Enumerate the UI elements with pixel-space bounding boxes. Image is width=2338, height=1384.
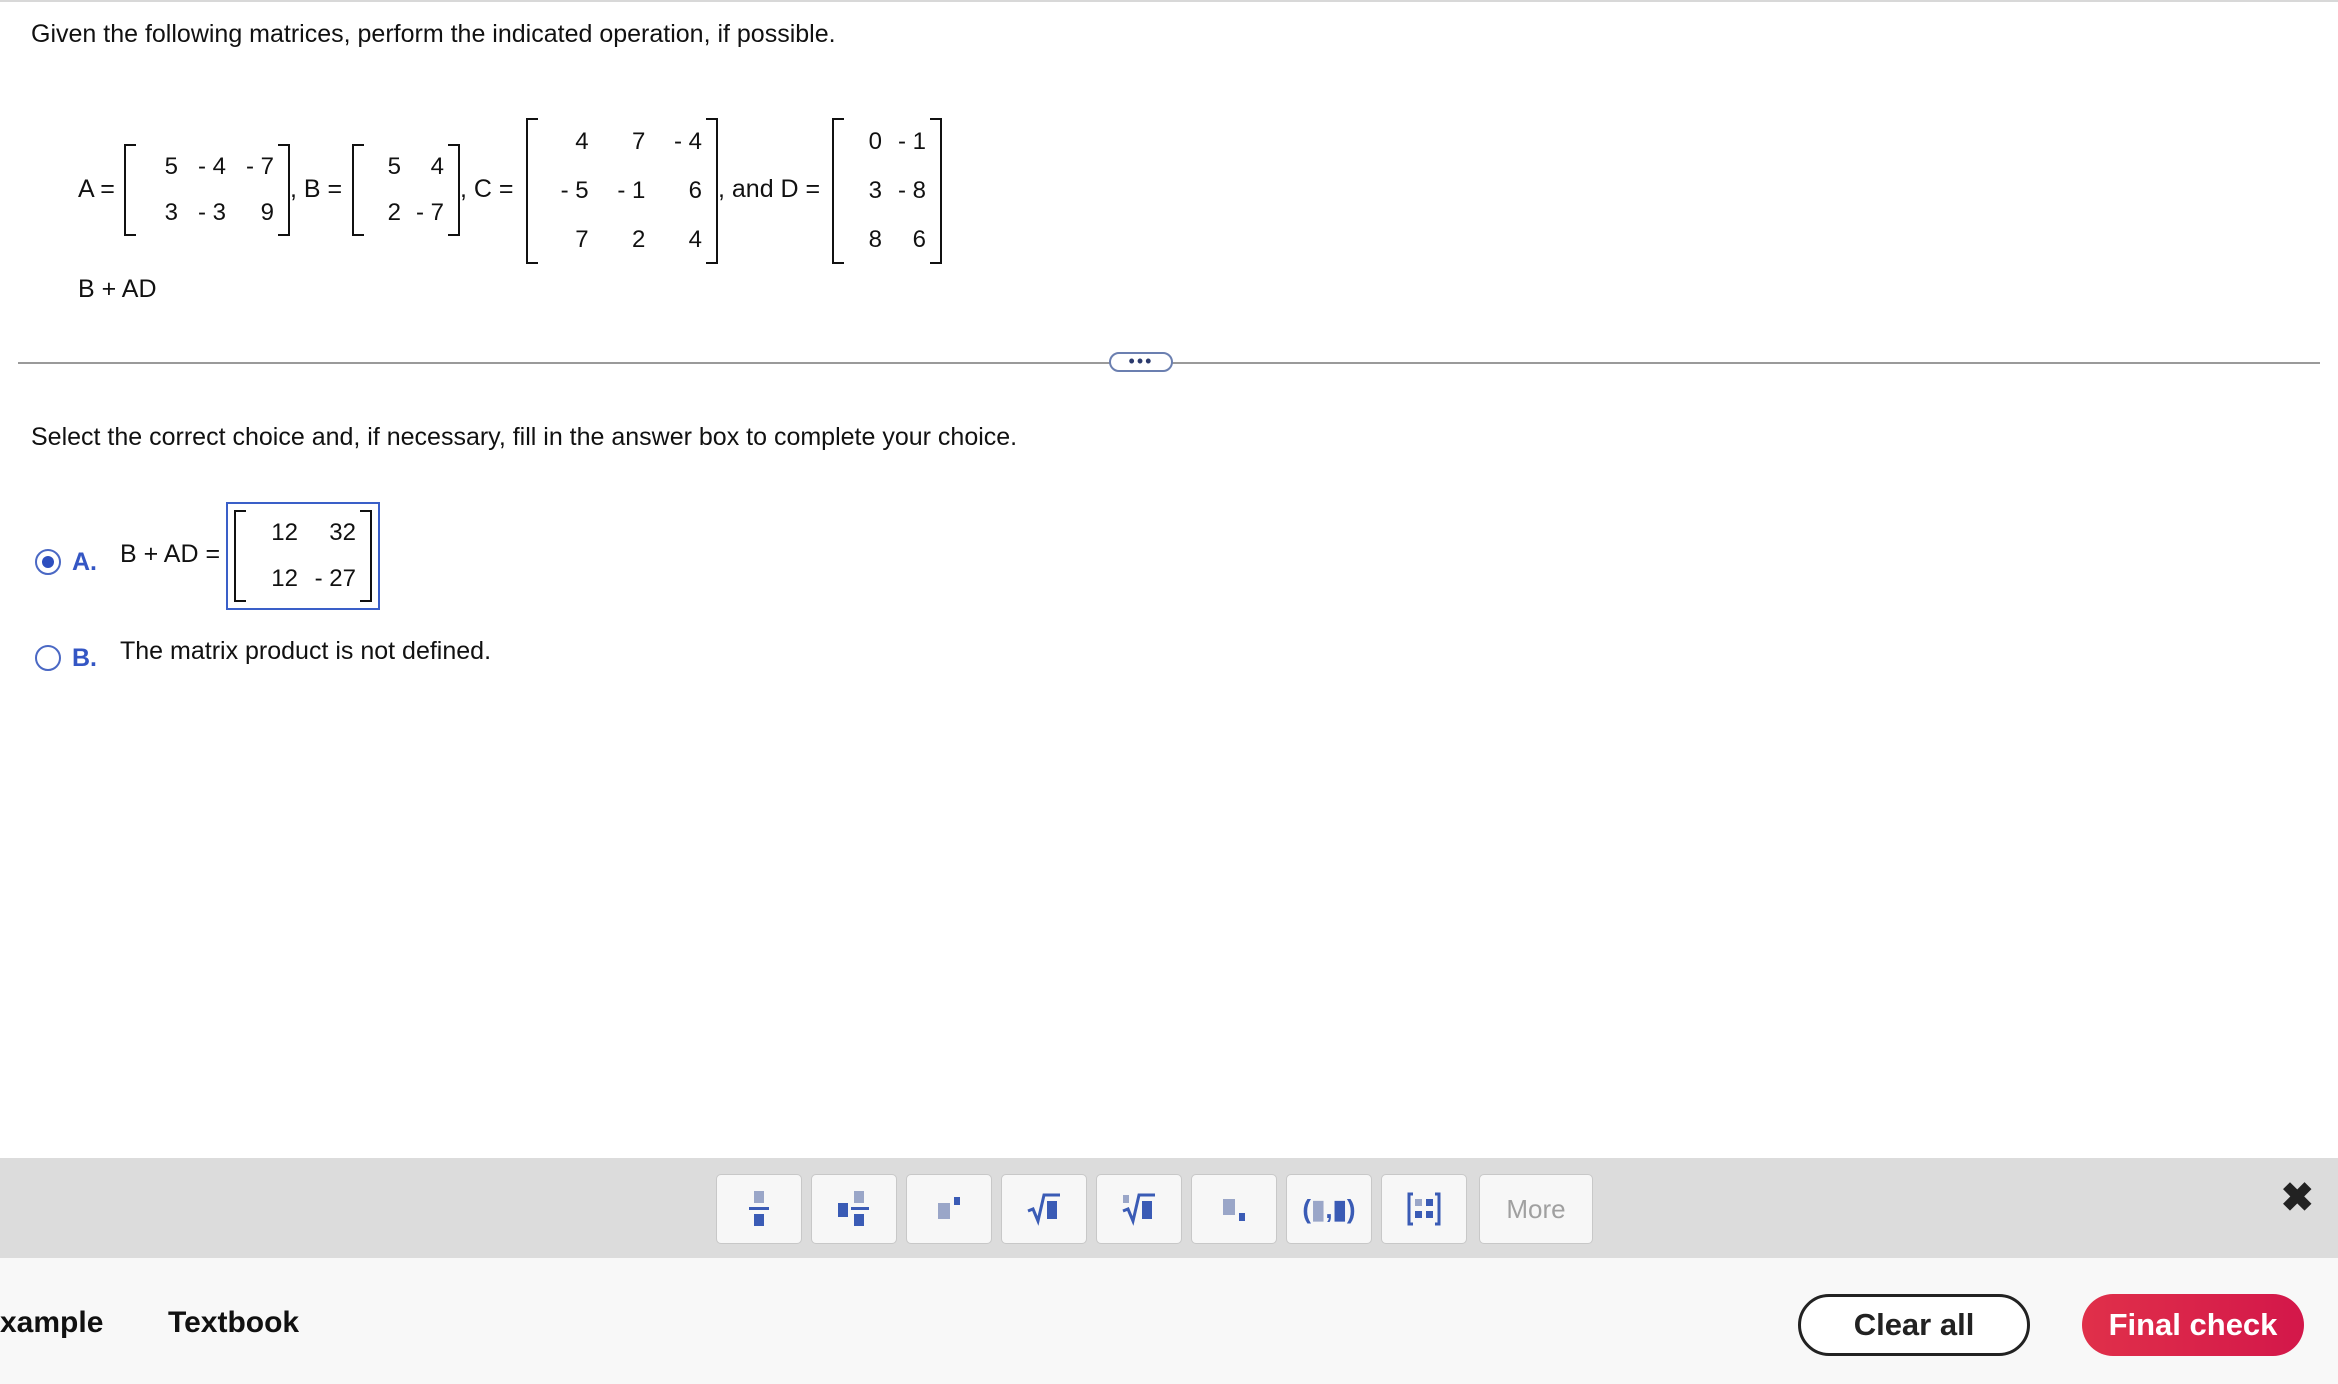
close-icon[interactable]: ✖ bbox=[2280, 1178, 2314, 1218]
matrix-c-cell: 4 bbox=[575, 128, 589, 156]
matrix-a: 5 - 4 - 7 3 - 3 9 bbox=[124, 144, 290, 236]
more-button[interactable]: More bbox=[1479, 1174, 1593, 1244]
matrix-a-cell: 5 bbox=[164, 153, 178, 180]
matrix-a-cell: - 4 bbox=[197, 153, 226, 180]
option-a-text: B + AD = bbox=[120, 540, 221, 568]
matrix-c-cell: - 1 bbox=[617, 176, 646, 204]
answer-matrix-cell: 32 bbox=[329, 519, 356, 546]
matrix-c-cell: 4 bbox=[688, 225, 702, 253]
option-a-letter: A. bbox=[72, 548, 97, 576]
clear-all-button[interactable]: Clear all bbox=[1798, 1294, 2030, 1356]
option-b-radio[interactable] bbox=[35, 645, 61, 671]
square-root-icon[interactable] bbox=[1001, 1174, 1087, 1244]
option-b-letter: B. bbox=[72, 644, 97, 672]
answer-matrix-cell: 12 bbox=[271, 519, 298, 546]
matrix-d-cell: - 8 bbox=[897, 176, 926, 204]
nth-root-icon[interactable] bbox=[1096, 1174, 1182, 1244]
matrix-a-cell: 3 bbox=[164, 199, 178, 226]
operation-label: B + AD bbox=[78, 275, 157, 303]
answer-matrix-cell: 12 bbox=[271, 565, 298, 592]
matrix-d-cell: 8 bbox=[868, 225, 882, 253]
matrix-c-cell: 2 bbox=[631, 225, 646, 253]
matrix-d: 0 - 1 3 - 8 8 6 bbox=[832, 118, 942, 264]
matrix-d-cell: - 1 bbox=[897, 128, 926, 156]
matrix-b: 5 4 2 - 7 bbox=[352, 144, 460, 236]
option-a-radio[interactable] bbox=[35, 549, 61, 575]
math-toolbar: (▮,▮) More ✖ bbox=[0, 1158, 2338, 1258]
matrix-c-cell: 6 bbox=[688, 176, 702, 204]
label-b: , B = bbox=[290, 175, 343, 203]
exponent-icon[interactable] bbox=[906, 1174, 992, 1244]
option-b-text: The matrix product is not defined. bbox=[120, 637, 492, 665]
question-text: Given the following matrices, perform th… bbox=[31, 20, 836, 48]
example-link[interactable]: xample bbox=[0, 1306, 103, 1340]
matrix-c-cell: 7 bbox=[575, 225, 589, 253]
matrix-d-cell: 3 bbox=[868, 176, 882, 204]
instruction-text: Select the correct choice and, if necess… bbox=[31, 423, 1018, 451]
matrix-a-cell: - 7 bbox=[245, 153, 274, 180]
label-c: , C = bbox=[460, 175, 514, 203]
subscript-icon[interactable] bbox=[1191, 1174, 1277, 1244]
matrix-c-cell: 7 bbox=[631, 128, 646, 156]
mixed-number-icon[interactable] bbox=[811, 1174, 897, 1244]
final-check-button[interactable]: Final check bbox=[2082, 1294, 2304, 1356]
footer-bar: xample Textbook Clear all Final check bbox=[0, 1258, 2338, 1384]
matrix-a-cell: - 3 bbox=[197, 199, 226, 226]
matrix-c: 4 7 - 4 - 5 - 1 6 7 2 4 bbox=[526, 118, 718, 264]
label-a: A = bbox=[78, 175, 115, 203]
matrix-d-cell: 0 bbox=[868, 128, 882, 156]
answer-matrix-cell: - 27 bbox=[314, 565, 356, 592]
fraction-icon[interactable] bbox=[716, 1174, 802, 1244]
matrix-d-cell: 6 bbox=[912, 225, 926, 253]
ordered-pair-icon[interactable]: (▮,▮) bbox=[1286, 1174, 1372, 1244]
matrix-c-cell: - 5 bbox=[560, 176, 589, 204]
matrix-b-cell: 4 bbox=[430, 153, 444, 180]
matrix-a-cell: 9 bbox=[260, 199, 274, 226]
matrix-b-cell: 2 bbox=[387, 199, 401, 226]
expand-button[interactable]: ••• bbox=[1109, 352, 1173, 372]
matrix-b-cell: - 7 bbox=[415, 199, 444, 226]
matrix-b-cell: 5 bbox=[387, 153, 401, 180]
answer-box[interactable]: 12 32 12 - 27 bbox=[226, 502, 380, 610]
answer-matrix[interactable]: 12 32 12 - 27 bbox=[234, 510, 372, 602]
matrix-c-cell: - 4 bbox=[673, 128, 702, 156]
textbook-link[interactable]: Textbook bbox=[168, 1306, 299, 1340]
top-border bbox=[0, 0, 2338, 2]
matrix-icon[interactable] bbox=[1381, 1174, 1467, 1244]
label-d: , and D = bbox=[718, 175, 821, 203]
